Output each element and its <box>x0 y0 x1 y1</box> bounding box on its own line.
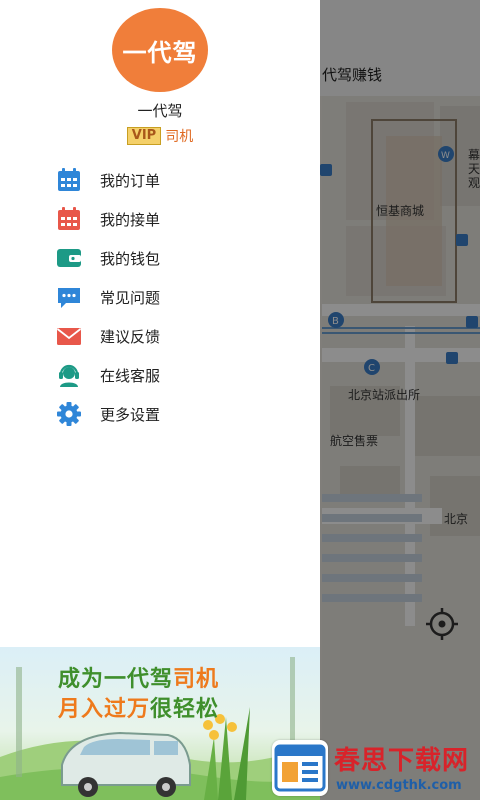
menu-item-more-settings[interactable]: 更多设置 <box>0 394 320 433</box>
menu-item-faq[interactable]: 常见问题 <box>0 277 320 316</box>
user-name: 一代驾 <box>137 102 183 120</box>
banner-headline-part1: 成为一代驾 <box>58 667 174 692</box>
chat-bubble-icon <box>58 288 80 308</box>
menu-item-label: 我的订单 <box>100 172 161 190</box>
menu-item-my-orders[interactable]: 我的订单 <box>0 160 320 199</box>
gear-icon <box>57 402 81 426</box>
banner-subline: 月入过万很轻松 <box>58 691 219 723</box>
browser-window-icon <box>272 740 328 796</box>
vip-badge: VIP <box>126 127 162 145</box>
calendar-icon <box>58 168 80 191</box>
banner-subline-part1: 月入过万 <box>58 697 151 722</box>
watermark-url: www.cdgthk.com <box>336 778 462 793</box>
menu-item-my-accepted-orders[interactable]: 我的接单 <box>0 199 320 238</box>
menu-item-online-support[interactable]: 在线客服 <box>0 355 320 394</box>
menu-item-label: 我的钱包 <box>100 250 161 268</box>
watermark-title: 春思下载网 <box>334 746 470 776</box>
app-logo: 一代驾 <box>112 8 208 92</box>
menu-item-label: 常见问题 <box>100 289 161 307</box>
site-watermark: 春思下载网 www.cdgthk.com <box>272 738 480 800</box>
role-label: 司机 <box>165 129 194 145</box>
envelope-icon <box>56 328 82 345</box>
menu-item-my-wallet[interactable]: 我的钱包 <box>0 238 320 277</box>
banner-headline: 成为一代驾司机 <box>58 661 219 693</box>
menu-item-label: 在线客服 <box>100 367 161 385</box>
menu-item-label: 更多设置 <box>100 406 161 424</box>
headset-icon <box>59 364 79 387</box>
calendar-icon <box>58 207 80 230</box>
wallet-icon <box>57 249 81 267</box>
menu-item-label: 我的接单 <box>100 211 161 229</box>
banner-subline-part2: 很轻松 <box>150 697 220 722</box>
drawer-menu: 我的订单 我的接单 我的钱包 常见问题 建议反馈 在线客服 更多设置 <box>0 160 320 433</box>
user-role: VIP 司机 <box>0 126 320 146</box>
menu-item-label: 建议反馈 <box>100 328 161 346</box>
banner-headline-part2: 司机 <box>173 667 220 692</box>
menu-item-feedback[interactable]: 建议反馈 <box>0 316 320 355</box>
logo-text: 一代驾 <box>122 38 198 67</box>
navigation-drawer: 一代驾 一代驾 VIP 司机 我的订单 我的接单 我的钱包 常见问题 建议反馈 … <box>0 0 320 800</box>
